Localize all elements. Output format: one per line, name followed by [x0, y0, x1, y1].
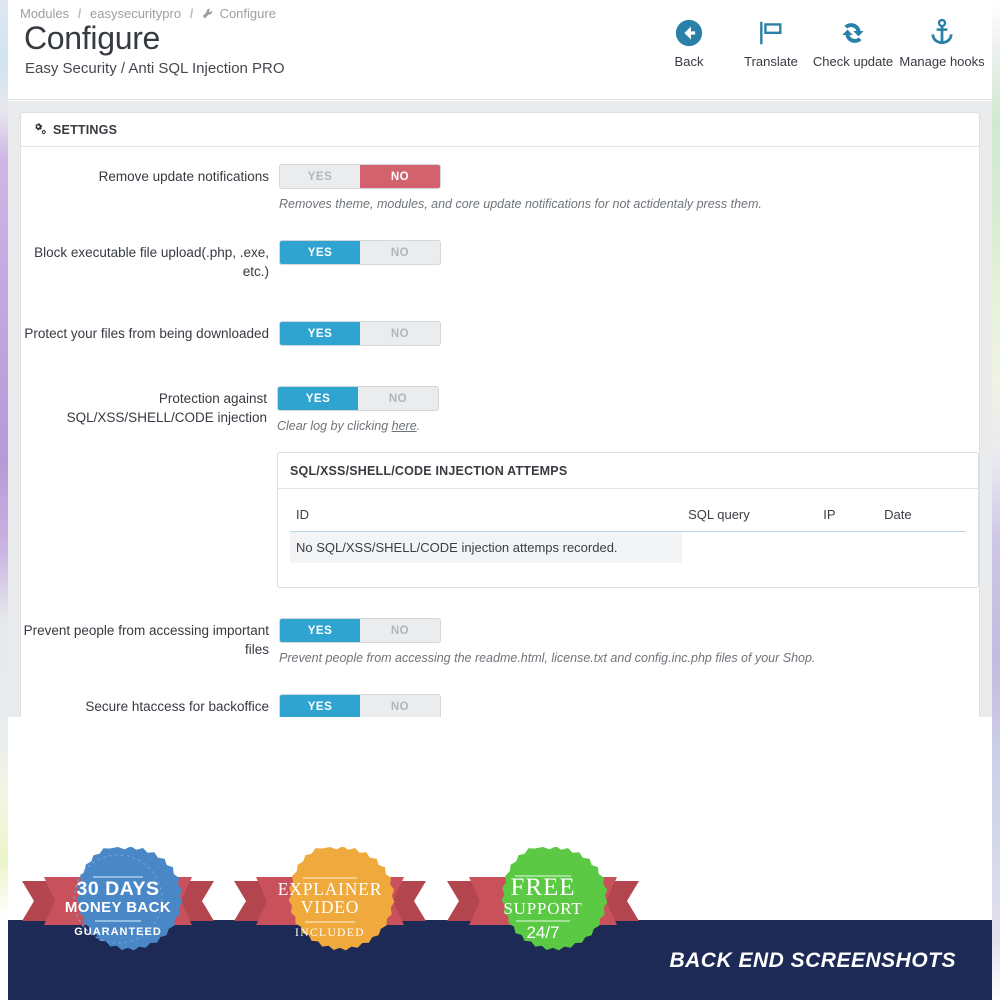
empty-state-message: No SQL/XSS/SHELL/CODE injection attemps …	[290, 531, 683, 563]
setting-row-secure-htaccess: Secure htaccess for backoffice YES NO	[21, 691, 979, 717]
badge-line3: 24/7	[526, 923, 559, 942]
header-toolbar: Back Translate Check update Manage hooks	[648, 16, 990, 69]
attempts-panel-body: ID SQL query IP Date No SQL/XSS/SHELL/CO…	[278, 489, 978, 587]
table-header-row: ID SQL query IP Date	[290, 503, 966, 532]
badge-line3: GUARANTEED	[74, 926, 162, 938]
toggle-remove-update-notifications[interactable]: YES NO	[279, 164, 441, 189]
breadcrumb-item-configure: Configure	[219, 6, 276, 21]
page-header: Modules / easysecuritypro / Configure Co…	[8, 0, 992, 100]
setting-help-text: Removes theme, modules, and core update …	[279, 197, 762, 211]
page-subtitle: Easy Security / Anti SQL Injection PRO	[25, 60, 285, 77]
toggle-yes-option[interactable]: YES	[280, 322, 360, 345]
clear-log-link[interactable]: here	[392, 419, 417, 433]
anchor-icon	[927, 16, 957, 50]
setting-label: Prevent people from accessing important …	[23, 623, 269, 657]
setting-label: Protection against SQL/XSS/SHELL/CODE in…	[66, 391, 267, 425]
breadcrumb-item-modules[interactable]: Modules	[20, 6, 69, 21]
translate-label: Translate	[744, 54, 798, 69]
column-header-sql-query[interactable]: SQL query	[682, 503, 818, 532]
badge-line2: MONEY BACK	[65, 899, 171, 916]
left-edge-strip	[0, 0, 8, 1000]
setting-row-remove-update-notifications: Remove update notifications YES NO Remov…	[21, 161, 979, 215]
check-update-label: Check update	[812, 54, 894, 69]
toggle-yes-option[interactable]: YES	[280, 619, 360, 642]
breadcrumb-separator: /	[189, 6, 194, 21]
attempts-panel: SQL/XSS/SHELL/CODE INJECTION ATTEMPS ID …	[277, 452, 979, 588]
table-empty-row: No SQL/XSS/SHELL/CODE injection attemps …	[290, 531, 966, 564]
column-header-ip[interactable]: IP	[817, 503, 879, 532]
setting-row-prevent-access: Prevent people from accessing important …	[21, 615, 979, 669]
setting-row-protection-injection: Protection against SQL/XSS/SHELL/CODE in…	[21, 383, 979, 591]
settings-panel-title: SETTINGS	[53, 122, 118, 137]
setting-help-text: Prevent people from accessing the readme…	[279, 651, 816, 665]
setting-row-protect-files: Protect your files from being downloaded…	[21, 318, 979, 349]
empty-cell	[682, 532, 817, 564]
toggle-no-option[interactable]: NO	[360, 695, 440, 717]
back-button[interactable]: Back	[648, 16, 730, 69]
clear-log-help: Clear log by clicking here.	[277, 418, 979, 434]
toggle-no-option[interactable]: NO	[360, 619, 440, 642]
toggle-secure-htaccess[interactable]: YES NO	[279, 694, 441, 717]
arrow-left-circle-icon	[674, 16, 704, 50]
toggle-protection-injection[interactable]: YES NO	[277, 386, 439, 411]
badge-line3: INCLUDED	[295, 927, 365, 939]
clear-log-prefix: Clear log by clicking	[277, 419, 392, 433]
badge-line1: FREE	[510, 874, 575, 901]
toggle-yes-option[interactable]: YES	[280, 165, 360, 188]
gears-icon	[33, 123, 47, 136]
attempts-panel-title: SQL/XSS/SHELL/CODE INJECTION ATTEMPS	[278, 453, 978, 489]
badge-explainer-video: EXPLAINER VIDEO INCLUDED	[230, 847, 430, 971]
empty-cell	[817, 532, 878, 564]
toggle-block-executable-upload[interactable]: YES NO	[279, 240, 441, 265]
badge-line1: 30 DAYS	[77, 878, 160, 900]
page-title: Configure	[24, 20, 161, 56]
screenshot-root: Modules / easysecuritypro / Configure Co…	[0, 0, 1000, 1000]
breadcrumb-separator: /	[77, 6, 82, 21]
promo-footer: BACK END SCREENSHOTS 30 DAYS MONEY BACK …	[0, 717, 1000, 1000]
manage-hooks-label: Manage hooks	[899, 54, 985, 69]
toggle-no-option[interactable]: NO	[358, 387, 438, 410]
flag-icon	[756, 16, 786, 50]
promo-footer-text: BACK END SCREENSHOTS	[669, 949, 956, 972]
badge-line2: SUPPORT	[503, 899, 582, 918]
toggle-no-option[interactable]: NO	[360, 322, 440, 345]
back-label: Back	[674, 54, 704, 69]
toggle-yes-option[interactable]: YES	[280, 241, 360, 264]
check-update-button[interactable]: Check update	[812, 16, 894, 69]
toggle-prevent-access[interactable]: YES NO	[279, 618, 441, 643]
column-header-id[interactable]: ID	[290, 503, 683, 532]
settings-panel-body: Remove update notifications YES NO Remov…	[21, 147, 979, 717]
refresh-icon	[838, 16, 868, 50]
content-area: SETTINGS Remove update notifications YES…	[8, 101, 992, 717]
clear-log-suffix: .	[416, 419, 421, 433]
setting-label: Secure htaccess for backoffice	[85, 699, 269, 714]
setting-label: Remove update notifications	[98, 169, 269, 184]
manage-hooks-button[interactable]: Manage hooks	[894, 16, 990, 69]
badge-line1: EXPLAINER	[278, 879, 382, 899]
setting-label: Block executable file upload(.php, .exe,…	[34, 245, 269, 279]
wrench-icon	[202, 7, 213, 22]
right-edge-strip	[992, 0, 1000, 1000]
toggle-yes-option[interactable]: YES	[280, 695, 360, 717]
badge-line2: VIDEO	[301, 897, 359, 917]
settings-panel: SETTINGS Remove update notifications YES…	[20, 112, 980, 717]
toggle-no-option[interactable]: NO	[360, 165, 440, 188]
setting-row-block-executable-upload: Block executable file upload(.php, .exe,…	[21, 237, 979, 284]
settings-panel-header: SETTINGS	[21, 113, 979, 147]
toggle-yes-option[interactable]: YES	[278, 387, 358, 410]
translate-button[interactable]: Translate	[730, 16, 812, 69]
empty-cell	[878, 532, 966, 564]
attempts-table: ID SQL query IP Date No SQL/XSS/SHELL/CO…	[290, 503, 966, 563]
setting-label: Protect your files from being downloaded	[24, 326, 269, 341]
breadcrumb-item-easysecuritypro[interactable]: easysecuritypro	[90, 6, 181, 21]
badge-free-support: FREE SUPPORT 24/7	[443, 847, 643, 971]
column-header-date[interactable]: Date	[878, 503, 966, 532]
toggle-protect-files[interactable]: YES NO	[279, 321, 441, 346]
badge-money-back: 30 DAYS MONEY BACK GUARANTEED	[18, 847, 218, 971]
toggle-no-option[interactable]: NO	[360, 241, 440, 264]
